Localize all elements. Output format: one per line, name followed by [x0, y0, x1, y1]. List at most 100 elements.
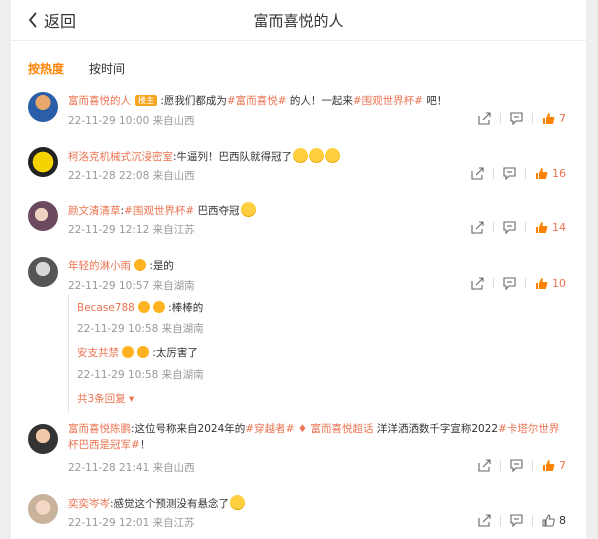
text-segment: ！: [139, 439, 151, 451]
text-segment: :牛逼列！巴西队就得冠了: [173, 151, 293, 163]
divider: [500, 515, 501, 526]
comment-body: 柯洛克机械式沉浸密室:牛逼列！巴西队就得冠了: [68, 147, 573, 165]
comment-meta: 22-11-28 21:41 来自山西: [68, 462, 195, 474]
share-icon[interactable]: [478, 514, 491, 527]
comment-icon[interactable]: [510, 112, 523, 126]
comment-icon[interactable]: [510, 514, 523, 528]
comment-meta: 22-11-29 12:12 来自江苏: [68, 224, 195, 236]
comment-user[interactable]: 富而喜悦的人: [68, 95, 131, 107]
author-badge: 楼主: [135, 95, 157, 106]
comment-actions: 7: [478, 459, 566, 473]
like-count: 7: [559, 112, 566, 125]
reply-text: Becase788 :棒棒的: [77, 300, 203, 316]
avatar[interactable]: [28, 494, 58, 524]
comments-panel: 返回 富而喜悦的人 按热度 按时间 富而喜悦的人 楼主 :愿我们都成为#富而喜悦#…: [11, 0, 586, 539]
text-segment: 巴西夺冠: [194, 205, 240, 217]
medal-icon: [122, 346, 134, 358]
avatar[interactable]: [28, 92, 58, 122]
comment-user[interactable]: 柯洛克机械式沉浸密室: [68, 151, 173, 163]
share-icon[interactable]: [471, 167, 484, 180]
comment-icon[interactable]: [503, 167, 516, 181]
text-segment: :太厉害了: [149, 347, 198, 359]
avatar[interactable]: [28, 147, 58, 177]
tab-time[interactable]: 按时间: [89, 60, 125, 77]
comment-text: 富而喜悦陈鹏:这位号称来自2024年的#穿越者# ♦ 富而喜悦超话 洋洋洒洒数千…: [68, 421, 568, 453]
share-icon[interactable]: [478, 459, 491, 472]
emoji-icon: [230, 495, 246, 510]
comment-user[interactable]: 年轻的淋小雨: [68, 260, 131, 272]
comment-icon[interactable]: [503, 221, 516, 235]
comment-text: 年轻的淋小雨 :是的: [68, 257, 573, 274]
comment-body: 富而喜悦的人 楼主 :愿我们都成为#富而喜悦# 的人！一起来#围观世界杯# 吧！: [68, 92, 573, 109]
hashtag-link[interactable]: #围观世界杯#: [124, 205, 194, 217]
comment-icon[interactable]: [503, 277, 516, 291]
reply-meta: 22-11-29 10:58 来自湖南: [77, 323, 204, 335]
divider: [525, 168, 526, 179]
comment-meta: 22-11-28 22:08 来自山西: [68, 170, 195, 182]
comment-actions: 16: [471, 167, 566, 181]
like-icon[interactable]: [535, 221, 548, 234]
comment-body: 年轻的淋小雨 :是的: [68, 257, 573, 274]
medal-icon: [137, 301, 150, 313]
comment-actions: 14: [471, 221, 566, 235]
comment-icon[interactable]: [510, 459, 523, 473]
comment-user[interactable]: 奕奕岑岑: [68, 498, 110, 510]
hashtag-link[interactable]: #围观世界杯#: [353, 95, 423, 107]
share-icon[interactable]: [471, 221, 484, 234]
reply-user[interactable]: Becase788: [77, 302, 135, 314]
comment-actions: 7: [478, 112, 566, 126]
tab-hot[interactable]: 按热度: [28, 60, 64, 77]
reply-user[interactable]: 安支共禁: [77, 347, 119, 359]
like-count: 14: [552, 221, 566, 234]
like-count: 10: [552, 277, 566, 290]
sort-tabs: 按热度 按时间: [28, 60, 125, 77]
comment-text: 颜文清清草:#围观世界杯# 巴西夺冠: [68, 201, 573, 219]
diamond-icon: ♦: [297, 423, 311, 435]
comment-body: 颜文清清草:#围观世界杯# 巴西夺冠: [68, 201, 573, 219]
text-segment: :感觉这个预测没有悬念了: [110, 498, 230, 510]
comment-user[interactable]: 富而喜悦陈鹏: [68, 423, 131, 435]
divider: [493, 168, 494, 179]
text-segment: :愿我们都成为: [157, 95, 227, 107]
supertopic-link[interactable]: 富而喜悦超话: [310, 423, 373, 435]
avatar[interactable]: [28, 201, 58, 231]
text-segment: :是的: [146, 260, 174, 272]
hashtag-link[interactable]: #穿越者#: [245, 423, 294, 435]
comment-text: 柯洛克机械式沉浸密室:牛逼列！巴西队就得冠了: [68, 147, 573, 165]
divider: [500, 460, 501, 471]
comment-meta: 22-11-29 10:00 来自山西: [68, 115, 195, 127]
medal-icon: [137, 346, 149, 358]
divider: [493, 278, 494, 289]
emoji-icon: [325, 148, 341, 163]
comment-meta: 22-11-29 10:57 来自湖南: [68, 280, 195, 292]
avatar[interactable]: [28, 257, 58, 287]
like-icon[interactable]: [535, 277, 548, 290]
more-replies-label: 共3条回复: [77, 393, 126, 405]
medal-icon: [152, 301, 165, 313]
like-count: 8: [559, 514, 566, 527]
emoji-icon: [240, 202, 256, 217]
chevron-down-icon: ▾: [125, 393, 135, 405]
emoji-icon: [309, 148, 325, 163]
divider: [525, 222, 526, 233]
like-icon[interactable]: [542, 112, 555, 125]
share-icon[interactable]: [471, 277, 484, 290]
header: 返回 富而喜悦的人: [11, 0, 586, 41]
hashtag-link[interactable]: #富而喜悦#: [227, 95, 287, 107]
like-icon[interactable]: [542, 459, 555, 472]
divider: [493, 222, 494, 233]
comment-body: 富而喜悦陈鹏:这位号称来自2024年的#穿越者# ♦ 富而喜悦超话 洋洋洒洒数千…: [68, 421, 573, 453]
more-replies[interactable]: 共3条回复 ▾: [77, 391, 134, 407]
avatar[interactable]: [28, 424, 58, 454]
reply-list: Becase788 :棒棒的 22-11-29 10:58 来自湖南 安支共禁 …: [68, 295, 572, 413]
divider: [525, 278, 526, 289]
text-segment: 的人！一起来: [286, 95, 353, 107]
divider: [532, 113, 533, 124]
like-icon[interactable]: [535, 167, 548, 180]
divider: [500, 113, 501, 124]
like-icon[interactable]: [542, 514, 555, 527]
medal-icon: [134, 259, 146, 271]
share-icon[interactable]: [478, 112, 491, 125]
comment-user[interactable]: 颜文清清草: [68, 205, 121, 217]
text-segment: 吧！: [422, 95, 448, 107]
